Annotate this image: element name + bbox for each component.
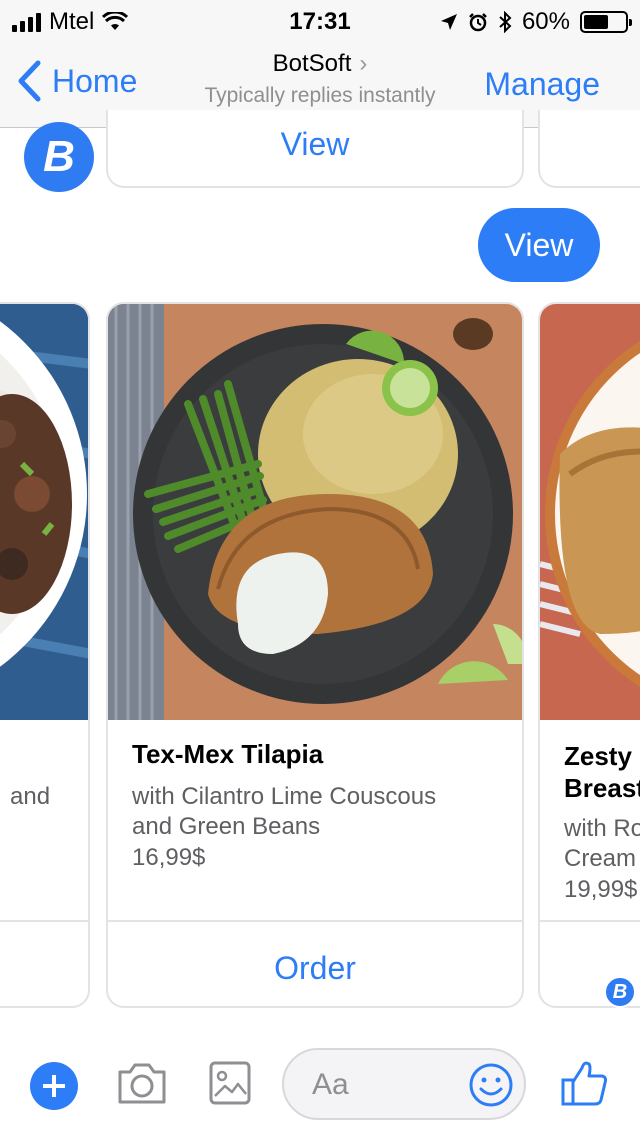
- thumbs-up-icon: [561, 1061, 608, 1106]
- camera-icon: [118, 1063, 166, 1104]
- previous-card-view-button[interactable]: View: [108, 126, 522, 163]
- product-image: [108, 304, 522, 720]
- order-button[interactable]: Order: [108, 920, 522, 1006]
- like-button[interactable]: [560, 1058, 610, 1113]
- product-image: [0, 304, 88, 720]
- bot-name: BotSoft: [272, 50, 352, 77]
- product-subtitle-line-1: with Cilantro Lime Couscous: [132, 783, 437, 810]
- emoji-button[interactable]: [468, 1062, 514, 1113]
- previous-card-next: [538, 110, 640, 188]
- product-subtitle-line-1: with Ro: [564, 815, 640, 842]
- chevron-left-icon: [18, 60, 41, 102]
- bluetooth-icon: [499, 11, 512, 33]
- product-info: Zesty Breast with Ro Cream 19,99$: [540, 720, 640, 920]
- manage-button[interactable]: Manage: [484, 66, 600, 103]
- product-subtitle-line-2: Cream: [564, 845, 637, 872]
- order-button[interactable]: [0, 920, 88, 1006]
- product-card-previous[interactable]: and: [0, 302, 90, 1008]
- user-message-bubble: View: [478, 208, 600, 282]
- camera-button[interactable]: [116, 1060, 168, 1111]
- product-subtitle: and: [10, 783, 51, 810]
- previous-card: View: [106, 110, 524, 188]
- product-subtitle-line-2: and Green Beans: [132, 813, 321, 840]
- back-button[interactable]: Home: [16, 60, 137, 102]
- image-icon: [209, 1061, 251, 1105]
- battery-icon: [580, 11, 632, 33]
- chevron-right-icon: ›: [359, 50, 368, 77]
- battery-fill: [584, 15, 608, 29]
- conversation-header[interactable]: BotSoft › Typically replies instantly: [170, 50, 470, 108]
- product-card-tex-mex-tilapia[interactable]: Tex-Mex Tilapia with Cilantro Lime Cousc…: [106, 302, 524, 1008]
- order-button-label: Order: [274, 950, 356, 986]
- more-actions-button[interactable]: [30, 1062, 78, 1110]
- smiley-icon: [469, 1063, 513, 1107]
- product-title: Tex-Mex Tilapia: [132, 739, 324, 769]
- alarm-icon: [469, 13, 487, 32]
- bot-avatar[interactable]: B: [24, 122, 94, 192]
- product-title-line-2: Breast: [564, 773, 640, 803]
- messenger-screen: Mtel 17:31 60% Home BotSoft › Typically …: [0, 0, 640, 1136]
- battery-percent: 60%: [521, 8, 570, 35]
- response-time: Typically replies instantly: [204, 84, 436, 107]
- product-price: 19,99$: [564, 876, 638, 903]
- message-composer: Aa: [0, 1036, 640, 1136]
- product-image: [540, 304, 640, 720]
- product-info: Tex-Mex Tilapia with Cilantro Lime Cousc…: [108, 720, 522, 920]
- back-label: Home: [52, 62, 138, 99]
- message-input[interactable]: Aa: [282, 1048, 526, 1120]
- message-input-placeholder: Aa: [312, 1068, 349, 1101]
- conversation-title: BotSoft ›: [170, 50, 470, 78]
- location-arrow-icon: [440, 14, 457, 30]
- product-title-line-1: Zesty: [564, 741, 632, 771]
- status-right: 60%: [440, 8, 632, 36]
- gallery-button[interactable]: [208, 1060, 252, 1111]
- product-info: and: [0, 720, 88, 920]
- product-card-next[interactable]: Zesty Breast with Ro Cream 19,99$: [538, 302, 640, 1008]
- status-bar: Mtel 17:31 60%: [0, 0, 640, 40]
- product-price: 16,99$: [132, 844, 206, 871]
- bot-read-receipt-avatar: B: [604, 976, 636, 1008]
